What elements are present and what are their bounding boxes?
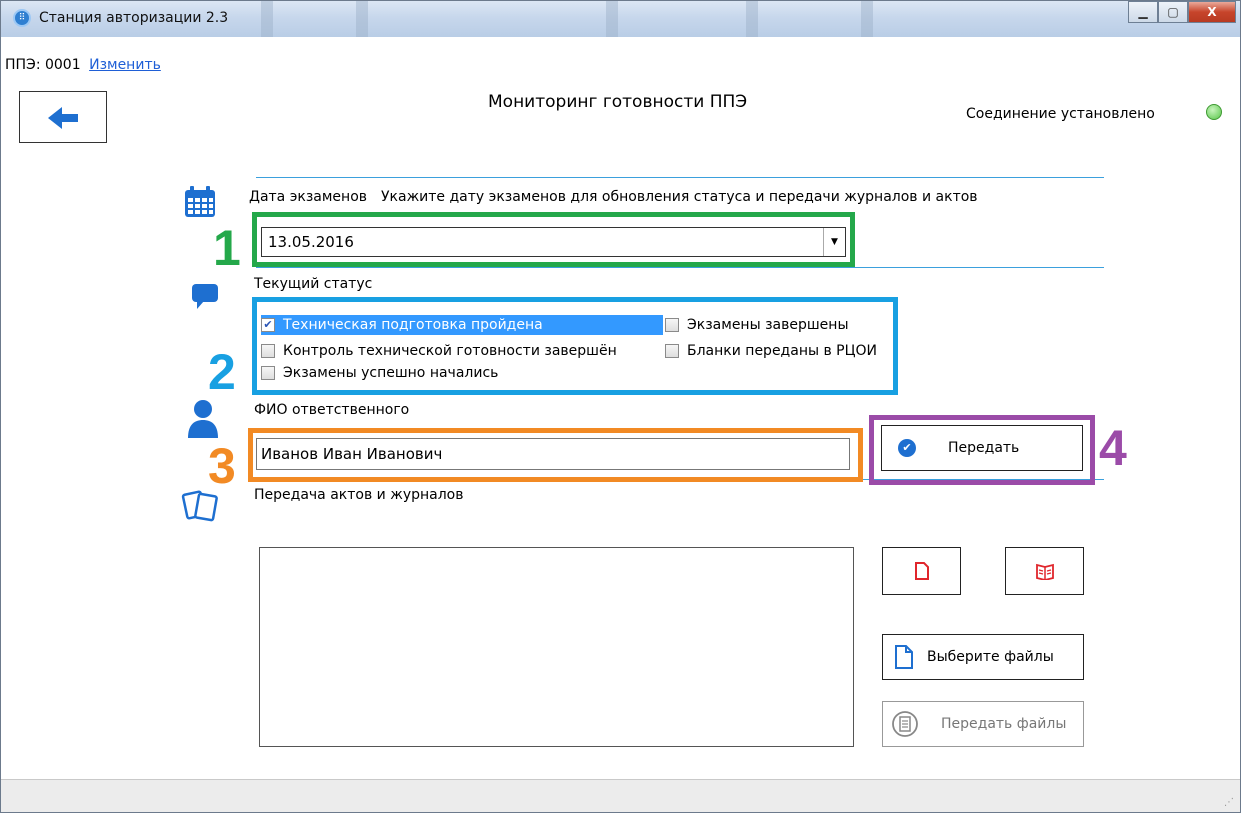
- app-icon: ⠿: [13, 9, 31, 27]
- connection-indicator-icon: [1206, 104, 1222, 120]
- titlebar-decoration: [746, 1, 758, 37]
- status-checkbox-tech-control[interactable]: Контроль технической готовности завершён: [261, 341, 617, 361]
- annotation-number-3: 3: [208, 438, 236, 494]
- title-bar[interactable]: ⠿ Станция авторизации 2.3 ▁ ▢ X: [1, 1, 1240, 37]
- file-icon: [895, 645, 913, 669]
- minimize-button[interactable]: ▁: [1128, 1, 1158, 23]
- status-item-label: Бланки переданы в РЦОИ: [687, 343, 877, 359]
- ppe-label: ППЭ: 0001: [5, 57, 81, 73]
- status-item-label: Экзамены завершены: [687, 317, 849, 333]
- annotation-number-2: 2: [208, 344, 236, 400]
- document-circle-icon: [892, 711, 918, 737]
- connection-status: Соединение установлено: [966, 106, 1155, 122]
- change-ppe-link[interactable]: Изменить: [89, 57, 161, 73]
- pdf-file-button[interactable]: [882, 547, 961, 595]
- checkbox-icon[interactable]: [261, 366, 275, 380]
- arrow-left-icon: [48, 107, 78, 129]
- exam-date-dropdown[interactable]: 13.05.2016 ▼: [261, 227, 846, 257]
- window-controls: ▁ ▢ X: [1128, 1, 1236, 23]
- back-button[interactable]: [19, 91, 107, 143]
- responsible-label: ФИО ответственного: [254, 402, 410, 418]
- documents-icon: [181, 490, 218, 522]
- status-item-label: Экзамены успешно начались: [283, 365, 499, 381]
- close-button[interactable]: X: [1188, 1, 1236, 23]
- send-status-label: Передать: [948, 440, 1020, 456]
- send-files-label: Передать файлы: [941, 716, 1067, 732]
- separator: [256, 267, 1104, 268]
- status-checkbox-exams-started[interactable]: Экзамены успешно начались: [261, 363, 498, 383]
- status-checkbox-exams-finished[interactable]: Экзамены завершены: [665, 315, 849, 335]
- ppe-bar: ППЭ: 0001 Изменить: [5, 57, 161, 79]
- chevron-down-icon[interactable]: ▼: [823, 228, 845, 256]
- checkbox-checked-icon[interactable]: ✔: [261, 318, 275, 332]
- checkbox-icon[interactable]: [665, 318, 679, 332]
- checkbox-icon[interactable]: [665, 344, 679, 358]
- status-checkbox-tech-prep[interactable]: ✔ Техническая подготовка пройдена: [261, 315, 663, 335]
- checkmark-circle-icon: ✔: [898, 439, 916, 457]
- person-icon: [188, 400, 218, 438]
- checkbox-icon[interactable]: [261, 344, 275, 358]
- journal-file-button[interactable]: [1005, 547, 1084, 595]
- titlebar-decoration: [356, 1, 368, 37]
- annotation-number-4: 4: [1099, 420, 1127, 476]
- exam-date-hint: Укажите дату экзаменов для обновления ст…: [381, 189, 978, 205]
- select-files-button[interactable]: Выберите файлы: [882, 634, 1084, 680]
- titlebar-decoration: [261, 1, 273, 37]
- titlebar-decoration: [606, 1, 618, 37]
- status-bar: ⋰: [1, 779, 1240, 812]
- speech-bubble-icon: [192, 284, 218, 309]
- separator: [256, 177, 1104, 178]
- select-files-label: Выберите файлы: [927, 649, 1054, 665]
- maximize-button[interactable]: ▢: [1158, 1, 1188, 23]
- file-icon: [914, 562, 929, 580]
- send-status-button[interactable]: ✔ Передать: [881, 425, 1083, 471]
- exam-date-label: Дата экзаменов: [249, 189, 368, 205]
- window-title: Станция авторизации 2.3: [39, 10, 229, 26]
- files-list[interactable]: [259, 547, 854, 747]
- titlebar-decoration: [861, 1, 873, 37]
- status-item-label: Техническая подготовка пройдена: [283, 317, 543, 333]
- annotation-number-1: 1: [213, 220, 241, 276]
- responsible-name-input[interactable]: [256, 438, 850, 470]
- status-item-label: Контроль технической готовности завершён: [283, 343, 617, 359]
- exam-date-value: 13.05.2016: [268, 233, 354, 251]
- resize-grip-icon[interactable]: ⋰: [1224, 797, 1234, 808]
- current-status-label: Текущий статус: [254, 276, 373, 292]
- send-files-button[interactable]: Передать файлы: [882, 701, 1084, 747]
- calendar-icon: [185, 186, 215, 217]
- book-icon: [1035, 563, 1054, 580]
- acts-journals-label: Передача актов и журналов: [254, 487, 464, 503]
- page-title: Мониторинг готовности ППЭ: [488, 92, 748, 112]
- status-checkbox-blanks-sent[interactable]: Бланки переданы в РЦОИ: [665, 341, 877, 361]
- app-window: ⠿ Станция авторизации 2.3 ▁ ▢ X ППЭ: 000…: [0, 0, 1241, 813]
